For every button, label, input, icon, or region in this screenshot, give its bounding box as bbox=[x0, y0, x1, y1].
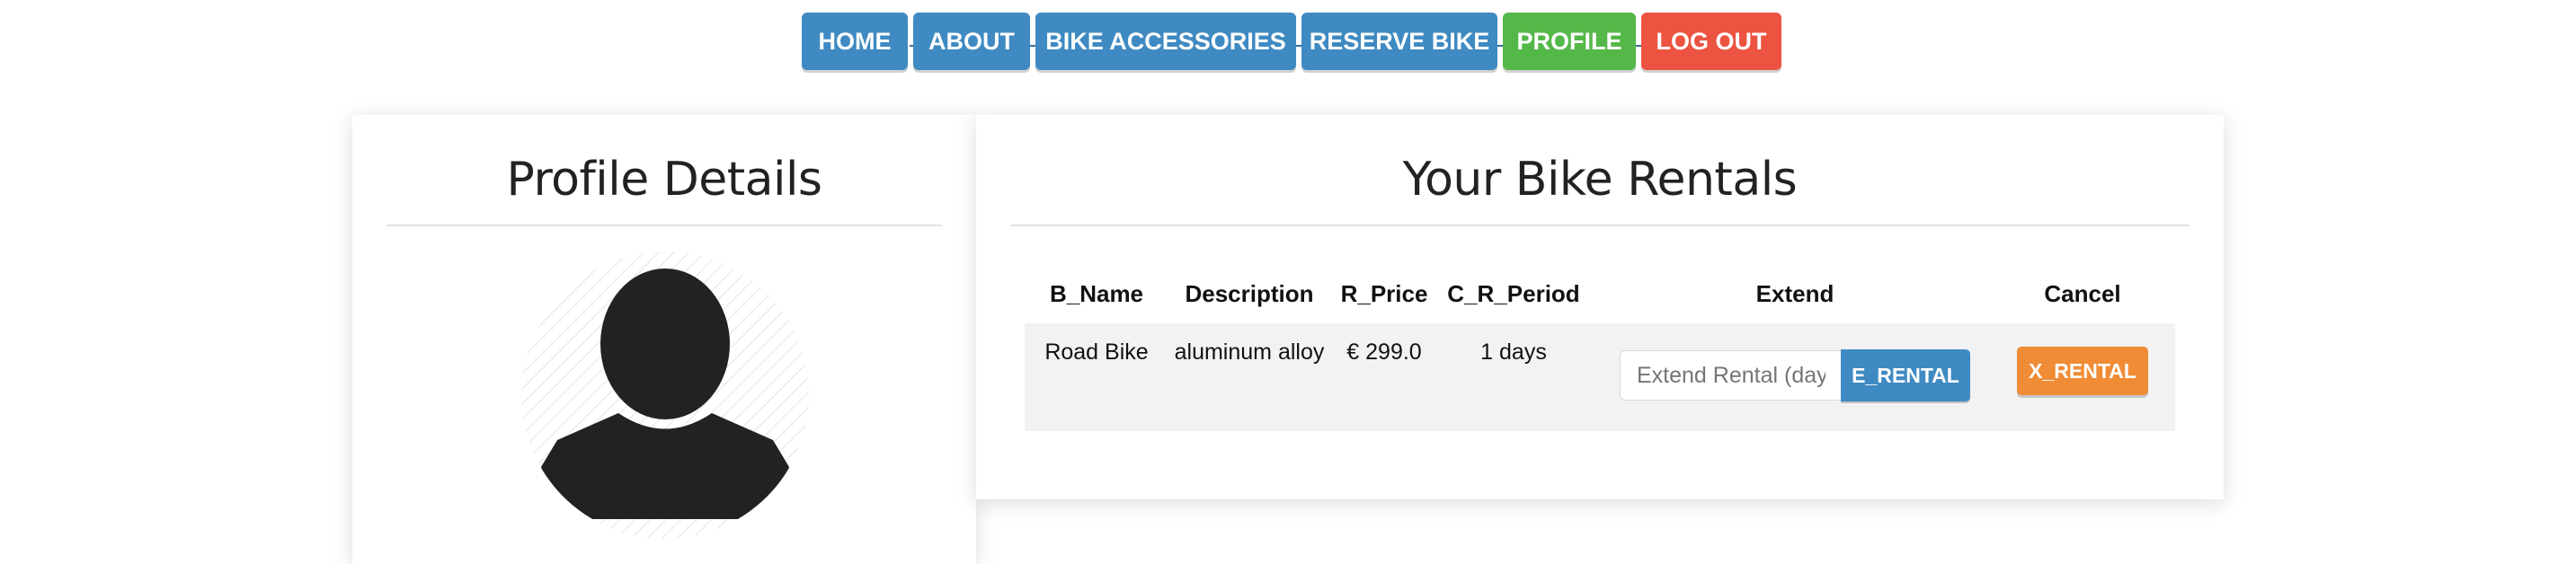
col-header-b-name: B_Name bbox=[1049, 280, 1144, 307]
nav-about-button[interactable]: ABOUT bbox=[913, 13, 1030, 70]
profile-card: Profile Details bbox=[352, 115, 976, 564]
extend-rental-input[interactable] bbox=[1620, 350, 1843, 401]
cell-period: 1 days bbox=[1480, 339, 1547, 365]
cell-bike-name: Road Bike bbox=[1044, 339, 1149, 365]
user-silhouette-icon bbox=[521, 251, 809, 539]
extend-rental-button[interactable]: E_RENTAL bbox=[1841, 349, 1970, 401]
nav-profile-button[interactable]: PROFILE bbox=[1503, 13, 1636, 70]
col-header-c-r-period: C_R_Period bbox=[1447, 280, 1580, 307]
col-header-r-price: R_Price bbox=[1340, 280, 1428, 307]
nav-reserve-bike-button[interactable]: RESERVE BIKE bbox=[1301, 13, 1497, 70]
rentals-divider bbox=[1010, 225, 2190, 226]
nav-logout-button[interactable]: LOG OUT bbox=[1641, 13, 1781, 70]
nav-home-button[interactable]: HOME bbox=[802, 13, 908, 70]
cell-price: € 299.0 bbox=[1346, 339, 1422, 365]
cancel-rental-button[interactable]: X_RENTAL bbox=[2017, 347, 2148, 395]
col-header-extend: Extend bbox=[1755, 280, 1834, 307]
profile-divider bbox=[386, 225, 942, 226]
col-header-description: Description bbox=[1185, 280, 1314, 307]
cell-description: aluminum alloy bbox=[1174, 339, 1325, 365]
top-nav: HOME ABOUT BIKE ACCESSORIES RESERVE BIKE… bbox=[0, 13, 2576, 72]
avatar bbox=[521, 251, 809, 539]
rentals-title: Your Bike Rentals bbox=[1402, 153, 1798, 207]
rentals-card: Your Bike Rentals B_Name Description R_P… bbox=[976, 115, 2224, 499]
col-header-cancel: Cancel bbox=[2044, 280, 2121, 307]
profile-title: Profile Details bbox=[506, 153, 823, 207]
nav-bike-accessories-button[interactable]: BIKE ACCESSORIES bbox=[1035, 13, 1296, 70]
